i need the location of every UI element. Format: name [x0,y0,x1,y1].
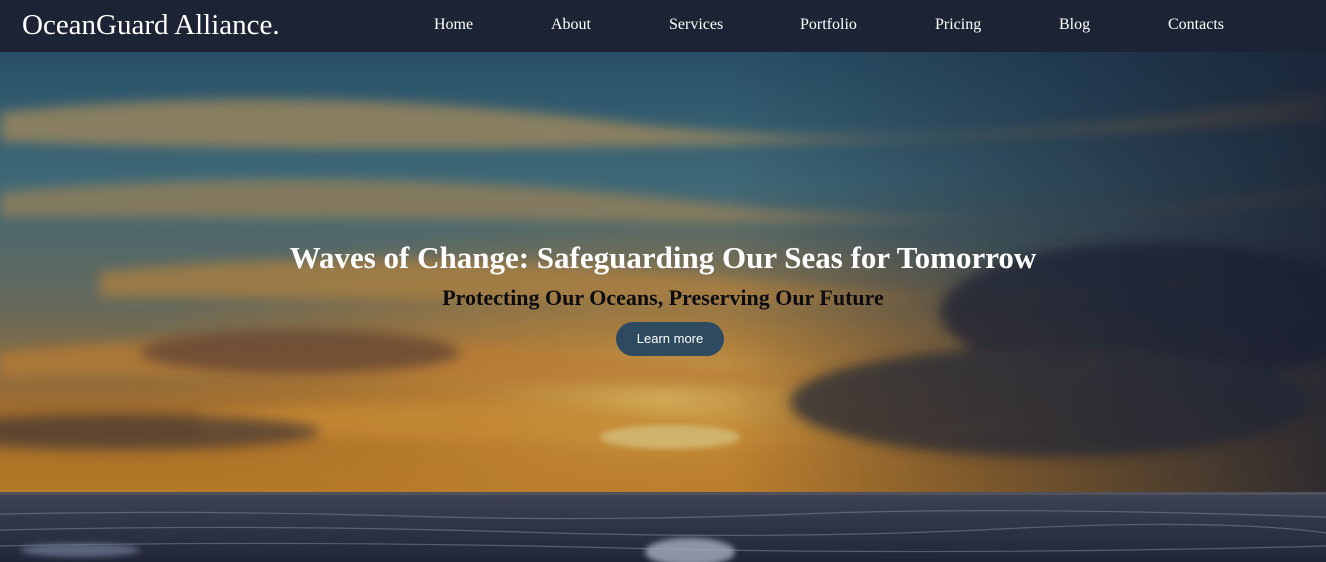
learn-more-button[interactable]: Learn more [616,322,724,356]
nav-link-services[interactable]: Services [669,16,723,34]
hero-title: Waves of Change: Safeguarding Our Seas f… [289,240,1037,275]
nav-link-about[interactable]: About [551,16,591,34]
brand-logo-text[interactable]: OceanGuard Alliance. [22,8,280,42]
nav-link-blog[interactable]: Blog [1059,16,1090,34]
top-navbar: OceanGuard Alliance. Home About Services… [0,0,1326,52]
nav-link-pricing[interactable]: Pricing [935,16,981,34]
hero-section: Waves of Change: Safeguarding Our Seas f… [0,52,1326,562]
nav-link-contacts[interactable]: Contacts [1168,16,1224,34]
page: OceanGuard Alliance. Home About Services… [0,0,1326,562]
nav-link-home[interactable]: Home [434,16,473,34]
nav-link-portfolio[interactable]: Portfolio [800,16,857,34]
hero-subtitle: Protecting Our Oceans, Preserving Our Fu… [442,285,884,310]
